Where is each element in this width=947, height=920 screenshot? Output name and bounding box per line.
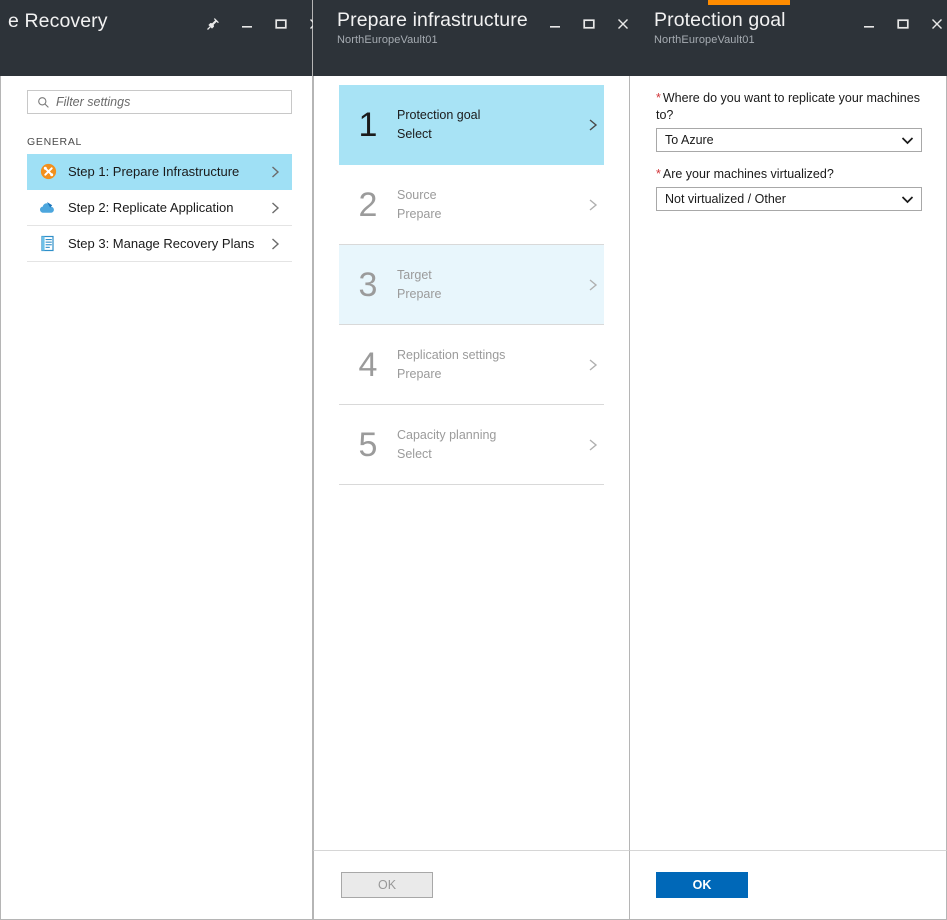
chevron-right-icon [582, 357, 604, 373]
step-text: Protection goal Select [397, 106, 582, 144]
blade-right-subtitle: NorthEuropeVault01 [654, 34, 755, 46]
step-subtitle: Prepare [397, 365, 582, 384]
field-label-text: Where do you want to replicate your mach… [656, 91, 920, 122]
blade-left-title: e Recovery [8, 10, 108, 33]
step-subtitle: Select [397, 445, 582, 464]
maximize-icon[interactable] [572, 10, 606, 38]
blade-recovery-services: e Recovery [0, 0, 313, 920]
blade-right-footer: OK [630, 850, 947, 920]
step-text: Source Prepare [397, 186, 582, 224]
blade-left-body: GENERAL Step 1: [0, 76, 312, 920]
chevron-right-icon [268, 237, 282, 251]
blade-right-window-controls [852, 10, 947, 38]
step-title: Protection goal [397, 106, 582, 125]
step-item-replication-settings[interactable]: 4 Replication settings Prepare [339, 325, 604, 405]
maximize-icon[interactable] [264, 10, 298, 38]
search-input[interactable] [52, 95, 285, 109]
sidebar-item-step3-manage-recovery-plans[interactable]: Step 3: Manage Recovery Plans [27, 226, 292, 262]
accent-bar [708, 0, 790, 5]
sidebar-item-step1-prepare-infrastructure[interactable]: Step 1: Prepare Infrastructure [27, 154, 292, 190]
blade-right-title: Protection goal [654, 9, 786, 32]
ok-button[interactable]: OK [656, 872, 748, 898]
chevron-right-icon [582, 277, 604, 293]
pin-icon[interactable] [196, 10, 230, 38]
chevron-right-icon [268, 201, 282, 215]
select-value: Not virtualized / Other [665, 192, 786, 206]
step-item-source[interactable]: 2 Source Prepare [339, 165, 604, 245]
select-value: To Azure [665, 133, 714, 147]
field-label: *Are your machines virtualized? [656, 166, 922, 183]
sidebar-group-label: GENERAL [27, 136, 312, 148]
step-number: 4 [339, 348, 397, 382]
chevron-right-icon [582, 437, 604, 453]
select-machines-virtualized[interactable]: Not virtualized / Other [656, 187, 922, 211]
filter-settings-box[interactable] [27, 90, 292, 114]
blade-left-window-controls [196, 10, 332, 38]
step-text: Target Prepare [397, 266, 582, 304]
step-item-protection-goal[interactable]: 1 Protection goal Select [339, 85, 604, 165]
tools-orange-icon [37, 163, 59, 180]
sidebar-item-step2-replicate-application[interactable]: Step 2: Replicate Application [27, 190, 292, 226]
chevron-right-icon [582, 117, 604, 133]
blade-middle-subtitle: NorthEuropeVault01 [337, 34, 438, 46]
step-text: Replication settings Prepare [397, 346, 582, 384]
blade-middle-title: Prepare infrastructure [337, 9, 528, 32]
required-asterisk: * [656, 167, 661, 181]
sidebar-item-label: Step 3: Manage Recovery Plans [68, 236, 268, 251]
close-icon[interactable] [920, 10, 947, 38]
step-number: 1 [339, 108, 397, 142]
list-document-icon [37, 235, 59, 252]
field-label-text: Are your machines virtualized? [663, 167, 834, 181]
maximize-icon[interactable] [886, 10, 920, 38]
chevron-down-icon [901, 129, 914, 151]
blade-left-header: e Recovery [0, 0, 312, 76]
ok-button-disabled[interactable]: OK [341, 872, 433, 898]
blade-middle-footer: OK [313, 850, 630, 920]
blade-prepare-infrastructure: Prepare infrastructure NorthEuropeVault0… [313, 0, 630, 920]
minimize-icon[interactable] [230, 10, 264, 38]
step-title: Replication settings [397, 346, 582, 365]
step-number: 5 [339, 428, 397, 462]
filter-settings-wrap [1, 76, 312, 114]
blade-middle-window-controls [538, 10, 640, 38]
blade-right-header: Protection goal NorthEuropeVault01 [630, 0, 947, 76]
sidebar-item-label: Step 1: Prepare Infrastructure [68, 164, 268, 179]
step-title: Capacity planning [397, 426, 582, 445]
minimize-icon[interactable] [852, 10, 886, 38]
field-label: *Where do you want to replicate your mac… [656, 90, 922, 124]
step-item-target[interactable]: 3 Target Prepare [339, 245, 604, 325]
step-subtitle: Prepare [397, 285, 582, 304]
step-number: 2 [339, 188, 397, 222]
step-number: 3 [339, 268, 397, 302]
step-subtitle: Select [397, 125, 582, 144]
step-title: Target [397, 266, 582, 285]
step-title: Source [397, 186, 582, 205]
chevron-right-icon [268, 165, 282, 179]
minimize-icon[interactable] [538, 10, 572, 38]
blade-middle-header: Prepare infrastructure NorthEuropeVault0… [313, 0, 630, 76]
step-item-capacity-planning[interactable]: 5 Capacity planning Select [339, 405, 604, 485]
blade-middle-body: 1 Protection goal Select 2 Source Prepar… [313, 76, 630, 850]
select-replicate-target[interactable]: To Azure [656, 128, 922, 152]
cloud-upload-icon [37, 199, 59, 216]
sidebar-item-label: Step 2: Replicate Application [68, 200, 268, 215]
field-replicate-target: *Where do you want to replicate your mac… [656, 90, 922, 152]
sidebar-nav-list: Step 1: Prepare Infrastructure Step 2: R… [27, 154, 292, 262]
blade-protection-goal: Protection goal NorthEuropeVault01 *Wher… [630, 0, 947, 920]
chevron-right-icon [582, 197, 604, 213]
steps-list: 1 Protection goal Select 2 Source Prepar… [314, 76, 629, 485]
field-machines-virtualized: *Are your machines virtualized? Not virt… [656, 166, 922, 211]
blade-right-body: *Where do you want to replicate your mac… [630, 76, 947, 850]
step-text: Capacity planning Select [397, 426, 582, 464]
azure-portal-blades: e Recovery [0, 0, 947, 920]
protection-goal-form: *Where do you want to replicate your mac… [630, 76, 946, 211]
required-asterisk: * [656, 91, 661, 105]
search-icon [34, 96, 52, 109]
step-subtitle: Prepare [397, 205, 582, 224]
chevron-down-icon [901, 188, 914, 210]
